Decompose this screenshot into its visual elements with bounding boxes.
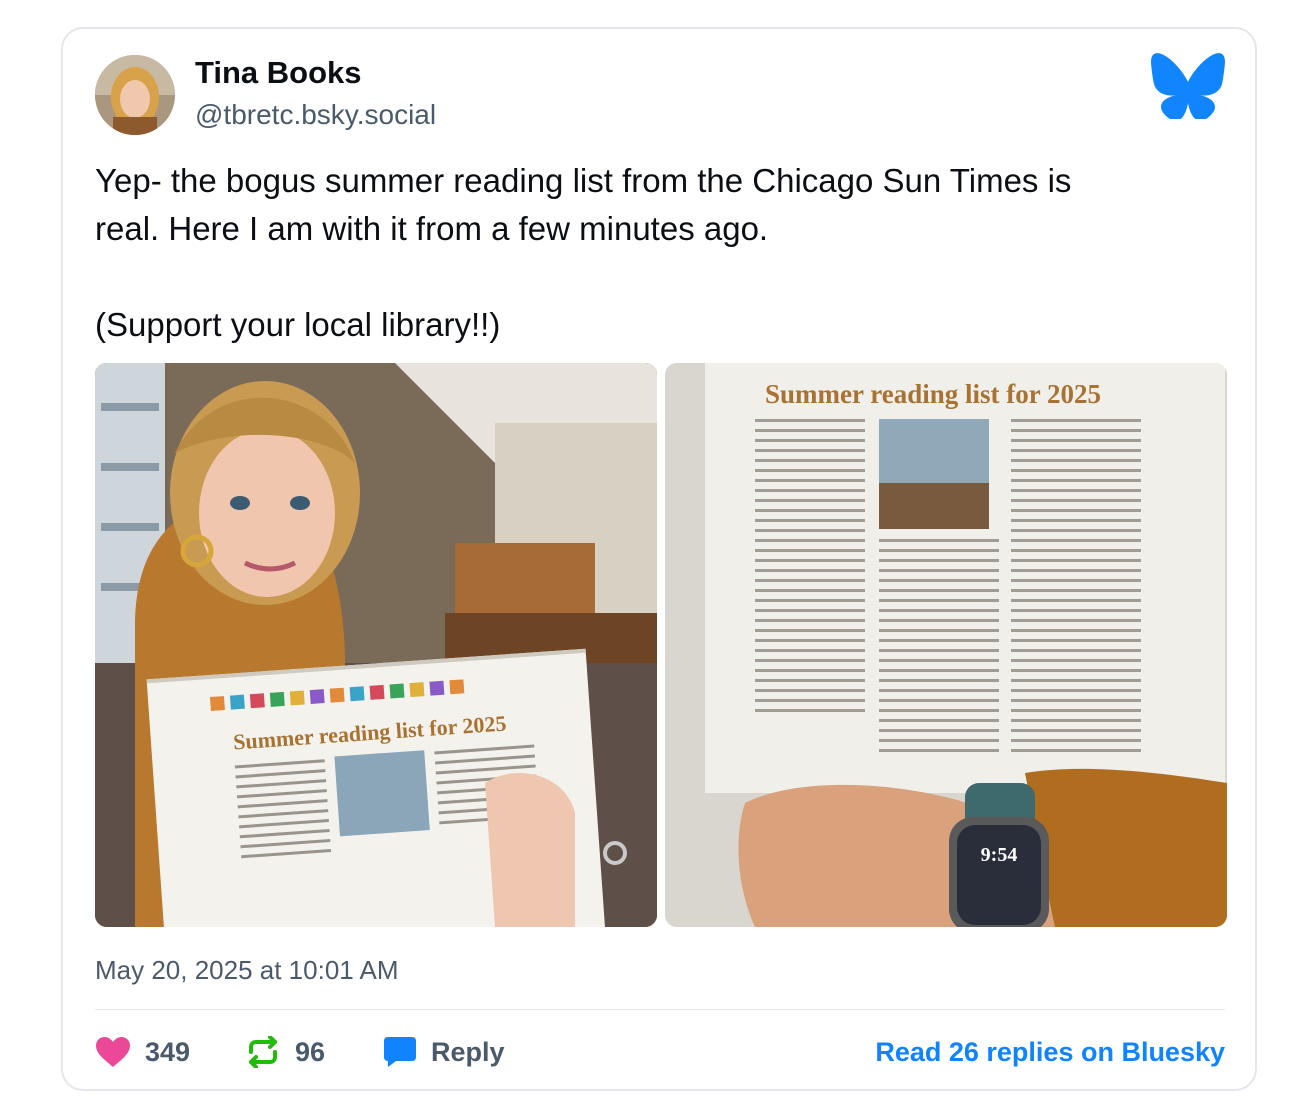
heart-icon [96,1037,130,1067]
post-text-line: (Support your local library!!) [95,306,501,343]
author-handle[interactable]: @tbretc.bsky.social [195,99,436,131]
avatar-image [95,55,175,135]
avatar[interactable] [95,55,175,135]
post-image-selfie[interactable]: Summer reading list for 2025 [95,363,657,927]
newspaper-headline: Summer reading list for 2025 [765,379,1101,409]
action-bar: 349 96 Reply Read 26 replies on Bluesky [95,1029,1225,1075]
repost-icon [249,1036,277,1068]
post-image-newspaper[interactable]: Summer reading list for 2025 9:54 [665,363,1227,927]
read-replies-link[interactable]: Read 26 replies on Bluesky [875,1037,1225,1068]
author-name[interactable]: Tina Books [195,55,362,91]
repost-count: 96 [295,1036,326,1067]
selfie-photo: Summer reading list for 2025 [95,363,657,927]
newspaper-photo: Summer reading list for 2025 9:54 [665,363,1227,927]
reply-bubble-icon [384,1037,416,1067]
repost-button[interactable]: 96 [245,1029,325,1075]
like-button[interactable]: 349 [95,1029,190,1075]
post-text-line: Yep- the bogus summer reading list from … [95,162,1072,199]
post-card: Tina Books @tbretc.bsky.social Yep- the … [61,27,1257,1091]
like-count: 349 [145,1036,191,1067]
bluesky-butterfly-icon[interactable] [1151,53,1225,119]
reply-button[interactable]: Reply [383,1029,505,1075]
divider [95,1009,1225,1010]
post-timestamp[interactable]: May 20, 2025 at 10:01 AM [95,955,399,986]
post-text: Yep- the bogus summer reading list from … [95,157,1205,349]
post-text-line: real. Here I am with it from a few minut… [95,210,769,247]
reply-label: Reply [431,1036,505,1067]
watch-time: 9:54 [981,844,1018,866]
